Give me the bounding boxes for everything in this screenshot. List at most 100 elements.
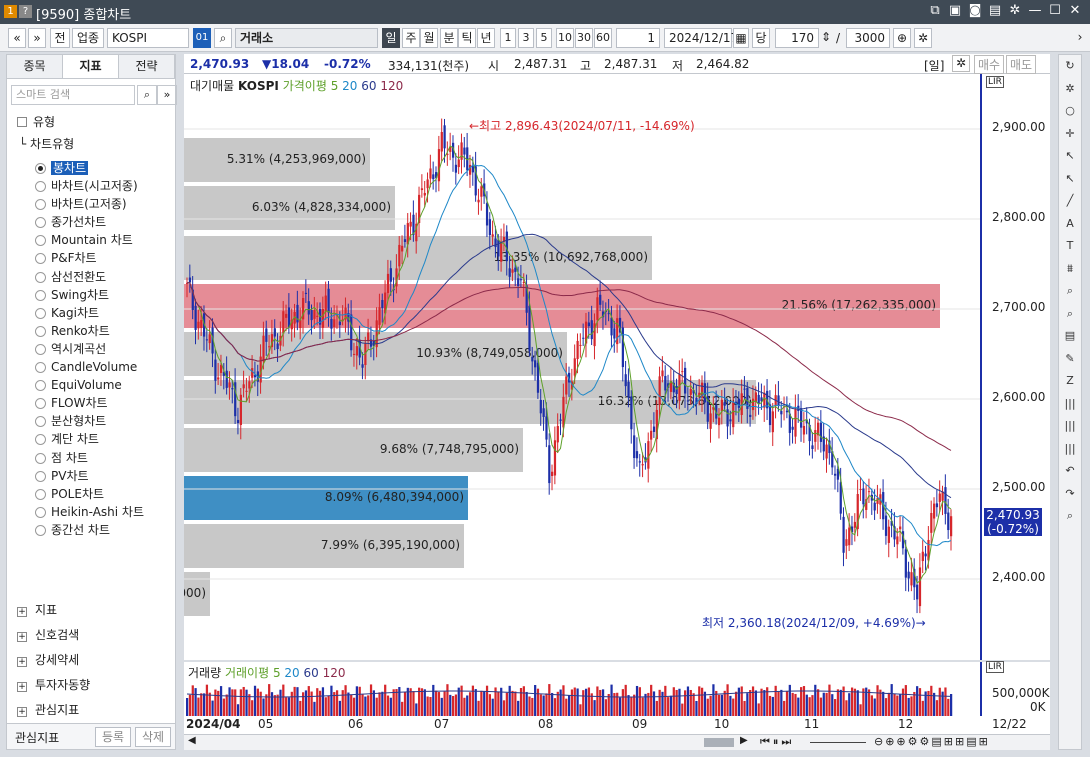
period-3-button[interactable]: 분 <box>440 28 458 48</box>
redo-icon[interactable]: ↷ <box>1059 483 1081 506</box>
interval-3-button[interactable]: 10 <box>556 28 574 48</box>
all-button[interactable]: 전 <box>50 28 70 48</box>
log-scale-icon[interactable]: LIR <box>986 76 1004 88</box>
calendar-icon[interactable]: ▦ <box>733 28 749 48</box>
tab-strategy[interactable]: 전략 <box>119 55 175 78</box>
chart-type-item[interactable]: Kagi차트 <box>35 304 175 322</box>
log-scale-icon[interactable]: LIR <box>986 661 1004 673</box>
zoom-area-icon[interactable]: ⌕ <box>1059 303 1081 326</box>
chart-type-item[interactable]: 계단 차트 <box>35 430 175 448</box>
bars-icon[interactable]: ||| <box>1059 393 1081 416</box>
radio-icon[interactable] <box>35 235 46 247</box>
expand-section[interactable]: + 관심지표 <box>17 701 79 718</box>
z-icon[interactable]: Z <box>1059 370 1081 393</box>
save-icon[interactable]: ▤ <box>988 3 1002 18</box>
bars-icon[interactable]: ||| <box>1059 415 1081 438</box>
bar-count-stepper[interactable]: ⇕ <box>820 28 832 48</box>
radio-icon[interactable] <box>35 506 46 518</box>
circle-icon[interactable]: ○ <box>1059 100 1081 123</box>
text-icon[interactable]: T <box>1059 235 1081 258</box>
zoom-icon[interactable]: ⌕ <box>1059 280 1081 303</box>
settings-icon[interactable]: ✲ <box>1008 3 1022 18</box>
chart-type-item[interactable]: Renko차트 <box>35 322 175 340</box>
zoom-tools[interactable]: ⊖⊕⊕⚙⚙▤⊞⊞▤⊞ <box>874 735 990 748</box>
radio-icon[interactable] <box>35 488 46 500</box>
delete-button[interactable]: 삭제 <box>135 727 171 747</box>
radio-icon[interactable] <box>35 416 46 428</box>
chart-type-group[interactable]: └ 차트유형 <box>19 135 74 152</box>
scroll-right-icon[interactable]: ▶ <box>740 735 748 746</box>
buy-button[interactable]: 매수 <box>974 55 1005 74</box>
next-button[interactable]: » <box>28 28 46 48</box>
chart-type-item[interactable]: 바차트(시고저종) <box>35 177 175 195</box>
link-icon[interactable]: ⧉ <box>928 3 942 18</box>
bar-count-input[interactable]: 170 <box>775 28 819 48</box>
expand-icon[interactable]: › <box>1074 28 1086 48</box>
chart-type-item[interactable]: POLE차트 <box>35 485 175 503</box>
interval-4-button[interactable]: 30 <box>575 28 593 48</box>
radio-icon[interactable] <box>35 343 46 355</box>
symbol-select[interactable]: KOSPI <box>107 28 189 48</box>
type-section[interactable]: 유형 <box>17 113 55 130</box>
smart-search-input[interactable]: 스마트 검색 <box>11 85 135 105</box>
chart-type-item[interactable]: EquiVolume <box>35 376 175 394</box>
radio-icon[interactable] <box>35 271 46 283</box>
expand-section[interactable]: + 투자자동향 <box>17 676 90 693</box>
radio-icon[interactable] <box>35 181 46 193</box>
radio-icon[interactable] <box>35 253 46 265</box>
code-badge[interactable]: 01 <box>193 28 211 48</box>
expand-section[interactable]: + 지표 <box>17 601 57 618</box>
radio-icon[interactable] <box>35 524 46 536</box>
interval-count[interactable]: 1 <box>616 28 660 48</box>
expand-section[interactable]: + 강세약세 <box>17 651 79 668</box>
chart-type-item[interactable]: P&F차트 <box>35 249 175 267</box>
radio-icon[interactable] <box>35 452 46 464</box>
radio-icon[interactable] <box>35 289 46 301</box>
sector-button[interactable]: 업종 <box>72 28 104 48</box>
search-icon[interactable]: ⌕ <box>1059 505 1081 528</box>
radio-icon[interactable] <box>35 163 46 174</box>
tools-icon[interactable]: ✎ <box>1059 348 1081 371</box>
expand-section[interactable]: + 신호검색 <box>17 626 79 643</box>
radio-icon[interactable] <box>35 362 46 374</box>
chart-type-item[interactable]: Heikin-Ashi 차트 <box>35 503 175 521</box>
zoom-slider[interactable] <box>810 742 866 743</box>
chart-type-item[interactable]: 분산형차트 <box>35 412 175 430</box>
cursor-icon[interactable]: ↖ <box>1059 145 1081 168</box>
plus-icon[interactable]: + <box>17 657 27 667</box>
price-chart[interactable]: 5.31% (4,253,969,000) 6.03% (4,828,334,00… <box>184 74 980 660</box>
period-5-button[interactable]: 년 <box>477 28 495 48</box>
plus-icon[interactable]: + <box>17 707 27 717</box>
interval-5-button[interactable]: 60 <box>594 28 612 48</box>
chart-type-item[interactable]: 역시계곡선 <box>35 340 175 358</box>
radio-icon[interactable] <box>35 217 46 229</box>
search-icon[interactable]: ⌕ <box>137 85 157 105</box>
maximize-icon[interactable]: ☐ <box>1048 3 1062 18</box>
prev-button[interactable]: « <box>8 28 26 48</box>
period-1-button[interactable]: 주 <box>402 28 420 48</box>
refresh-icon[interactable]: ↻ <box>1059 55 1081 78</box>
fib-icon[interactable]: ⩩ <box>1059 258 1081 281</box>
scroll-thumb[interactable] <box>704 738 734 747</box>
date-input[interactable]: 2024/12/17 <box>664 28 738 48</box>
interval-0-button[interactable]: 1 <box>500 28 516 48</box>
plus-icon[interactable]: + <box>17 607 27 617</box>
radio-icon[interactable] <box>35 470 46 482</box>
chart-type-item[interactable]: CandleVolume <box>35 358 175 376</box>
layout-icon[interactable]: ▣ <box>948 3 962 18</box>
period-2-button[interactable]: 월 <box>420 28 438 48</box>
auto-icon[interactable]: A <box>1059 213 1081 236</box>
bars-icon[interactable]: ||| <box>1059 438 1081 461</box>
list-icon[interactable]: ▤ <box>1059 325 1081 348</box>
radio-icon[interactable] <box>35 398 46 410</box>
current-button[interactable]: 당 <box>752 28 770 48</box>
chart-type-item[interactable]: 종가선차트 <box>35 213 175 231</box>
horizontal-scrollbar[interactable]: ◀ ▶ ⏮⏸⏭ ⊖⊕⊕⚙⚙▤⊞⊞▤⊞ <box>184 734 1050 750</box>
register-button[interactable]: 등록 <box>95 727 131 747</box>
chevron-down-icon[interactable]: » <box>157 85 177 105</box>
radio-icon[interactable] <box>35 307 46 319</box>
radio-icon[interactable] <box>35 325 46 337</box>
tab-stocks[interactable]: 종목 <box>7 55 63 78</box>
trendline-icon[interactable]: ╱ <box>1059 190 1081 213</box>
close-icon[interactable]: ✕ <box>1068 3 1082 18</box>
